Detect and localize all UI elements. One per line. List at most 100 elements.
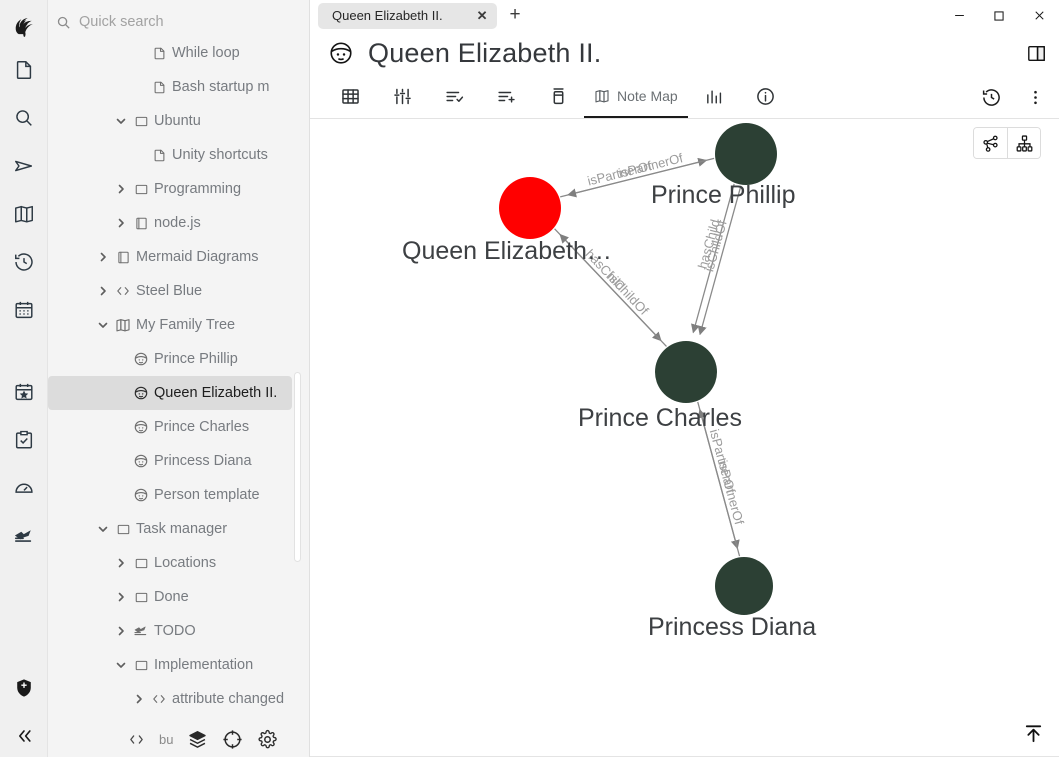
- chevron-down-icon[interactable]: [112, 659, 130, 671]
- note-page-icon[interactable]: [0, 46, 48, 94]
- tree-item-label: Steel Blue: [136, 283, 203, 299]
- tree-item-label: My Family Tree: [136, 317, 236, 333]
- new-tab-button[interactable]: +: [509, 5, 520, 27]
- target-icon[interactable]: [222, 729, 243, 750]
- trilium-leaf-logo-icon[interactable]: [0, 0, 48, 48]
- chevron-right-icon[interactable]: [112, 625, 130, 637]
- note-map-canvas[interactable]: isPartnerOf isPartnerOf isChildOf hasChild h…: [310, 119, 1059, 757]
- revision-history-icon[interactable]: [975, 87, 1008, 108]
- recent-history-clock-icon[interactable]: [0, 238, 48, 286]
- search-icon[interactable]: [0, 94, 48, 142]
- maximize-icon[interactable]: [979, 0, 1019, 31]
- kebab-menu-icon[interactable]: [1020, 88, 1051, 107]
- gear-icon[interactable]: [257, 729, 278, 750]
- calendar-icon[interactable]: [0, 286, 48, 334]
- clipboard-check-icon[interactable]: [0, 416, 48, 464]
- tree-item-princess-diana[interactable]: Princess Diana: [48, 444, 310, 478]
- ribbon-tab-bar-chart[interactable]: [688, 76, 740, 118]
- ribbon-tab-table-grid[interactable]: [324, 76, 376, 118]
- tree-item-task-manager[interactable]: Task manager: [48, 512, 310, 546]
- tree-item-my-family-tree[interactable]: My Family Tree: [48, 308, 310, 342]
- shield-icon[interactable]: [0, 664, 48, 712]
- ribbon-tab-archive-box[interactable]: [532, 76, 584, 118]
- chevron-right-icon[interactable]: [112, 217, 130, 229]
- tree-item-label: Locations: [154, 555, 217, 571]
- gauge-icon[interactable]: [0, 464, 48, 512]
- truncated-note-label: bu: [159, 731, 174, 747]
- code-icon: [148, 691, 170, 707]
- code-icon[interactable]: [128, 731, 145, 748]
- note-ribbon: Note Map: [310, 75, 1059, 119]
- archive-box-icon: [548, 86, 569, 107]
- plane-todo-icon[interactable]: [0, 512, 48, 560]
- book-icon: [112, 250, 134, 265]
- tree-item-node-js[interactable]: node.js: [48, 206, 310, 240]
- tree-item-todo[interactable]: TODO: [48, 614, 310, 648]
- sidebar-scrollbar[interactable]: [294, 372, 301, 562]
- ribbon-tab-info-circle[interactable]: [740, 76, 792, 118]
- hierarchy-tree-icon[interactable]: [1007, 128, 1040, 158]
- note-map-book-icon: [112, 317, 134, 333]
- chevron-right-icon[interactable]: [94, 251, 112, 263]
- tree-item-ubuntu[interactable]: Ubuntu: [48, 104, 310, 138]
- tab-queen-elizabeth[interactable]: Queen Elizabeth II. ✕: [318, 2, 498, 29]
- tree-item-attribute-changed[interactable]: attribute changed: [48, 682, 310, 716]
- graph-node-label-elizabeth: Queen Elizabeth…: [402, 237, 612, 265]
- folder-icon: [130, 658, 152, 673]
- close-icon[interactable]: ✕: [477, 8, 488, 24]
- ribbon-tab-sliders[interactable]: [376, 76, 428, 118]
- tree-item-label: Done: [154, 589, 189, 605]
- chevron-right-icon[interactable]: [112, 557, 130, 569]
- chevrons-left-collapse-icon[interactable]: [0, 712, 48, 757]
- ribbon-tab-note-map[interactable]: Note Map: [584, 76, 688, 118]
- page-title[interactable]: Queen Elizabeth II.: [368, 38, 601, 69]
- tree-item-mermaid-diagrams[interactable]: Mermaid Diagrams: [48, 240, 310, 274]
- tree-item-label: Mermaid Diagrams: [136, 249, 259, 265]
- tree-item-label: Prince Charles: [154, 419, 250, 435]
- tree-item-steel-blue[interactable]: Steel Blue: [48, 274, 310, 308]
- right-panel-toggle-icon[interactable]: [1026, 43, 1047, 64]
- search-input[interactable]: [79, 14, 269, 30]
- tree-item-done[interactable]: Done: [48, 580, 310, 614]
- graph-edge-label: isChildOf: [604, 269, 651, 318]
- tree-item-queen-elizabeth-ii[interactable]: Queen Elizabeth II.: [48, 376, 292, 410]
- send-paper-plane-icon[interactable]: [0, 142, 48, 190]
- chevron-right-icon[interactable]: [94, 285, 112, 297]
- graph-node-phillip[interactable]: [715, 123, 777, 185]
- note-tree[interactable]: While loop Bash startup m Ubuntu Unity shor…: [48, 36, 310, 742]
- plane-todo-icon: [130, 623, 152, 639]
- chevron-right-icon[interactable]: [130, 693, 148, 705]
- note-map-book-icon[interactable]: [0, 190, 48, 238]
- scroll-to-top-icon[interactable]: [1022, 722, 1045, 745]
- calendar-star-icon[interactable]: [0, 368, 48, 416]
- tree-item-prince-phillip[interactable]: Prince Phillip: [48, 342, 310, 376]
- tree-item-while-loop[interactable]: While loop: [48, 36, 310, 70]
- layers-icon[interactable]: [187, 729, 208, 750]
- graph-node-label-charles: Prince Charles: [578, 404, 742, 432]
- tree-item-person-template[interactable]: Person template: [48, 478, 310, 512]
- person-face-icon: [130, 419, 152, 435]
- ribbon-tab-list-check[interactable]: [428, 76, 480, 118]
- chevron-right-icon[interactable]: [112, 183, 130, 195]
- tree-item-locations[interactable]: Locations: [48, 546, 310, 580]
- ribbon-tab-list-plus[interactable]: [480, 76, 532, 118]
- close-icon[interactable]: [1019, 0, 1059, 31]
- graph-node-elizabeth[interactable]: [499, 177, 561, 239]
- tree-item-prince-charles[interactable]: Prince Charles: [48, 410, 310, 444]
- tree-item-bash-startup-m[interactable]: Bash startup m: [48, 70, 310, 104]
- tree-item-programming[interactable]: Programming: [48, 172, 310, 206]
- graph-node-diana[interactable]: [715, 557, 773, 615]
- person-face-icon[interactable]: [328, 40, 354, 66]
- tree-item-implementation[interactable]: Implementation: [48, 648, 310, 682]
- chevron-down-icon[interactable]: [112, 115, 130, 127]
- chevron-down-icon[interactable]: [94, 523, 112, 535]
- force-graph-icon[interactable]: [974, 128, 1007, 158]
- minimize-icon[interactable]: [939, 0, 979, 31]
- chevron-down-icon[interactable]: [94, 319, 112, 331]
- note-map-book-icon: [594, 88, 610, 104]
- tree-item-unity-shortcuts[interactable]: Unity shortcuts: [48, 138, 310, 172]
- graph-node-charles[interactable]: [655, 341, 717, 403]
- chevron-right-icon[interactable]: [112, 591, 130, 603]
- tree-item-label: TODO: [154, 623, 196, 639]
- code-icon: [112, 283, 134, 299]
